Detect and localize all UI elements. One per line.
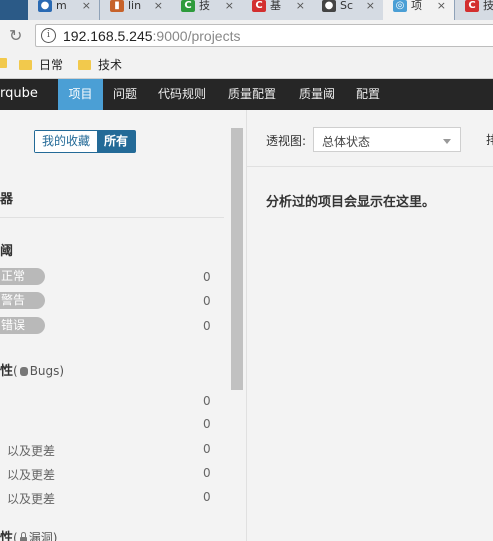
quality-gate-heading: 阈 bbox=[0, 244, 14, 259]
bookmark-folder-clipped[interactable] bbox=[0, 56, 14, 70]
perspective-label: 透视图: bbox=[266, 134, 307, 148]
nav-issues[interactable]: 问题 bbox=[113, 79, 137, 110]
sort-label: 排 bbox=[486, 133, 493, 147]
gate-error-count: 0 bbox=[203, 319, 211, 333]
reliability-a-count: 0 bbox=[203, 394, 211, 408]
gate-passed-count: 0 bbox=[203, 270, 211, 284]
filter-sidebar: 我的收藏 所有 器 阈 正常 0 警告 0 错误 0 性(Bugs) 0 以及更… bbox=[0, 110, 247, 541]
bookmark-label: 技术 bbox=[98, 58, 123, 72]
close-icon[interactable]: × bbox=[296, 0, 305, 12]
close-icon[interactable]: × bbox=[225, 0, 234, 12]
security-heading: 性( 漏洞) bbox=[0, 527, 57, 541]
nav-rules[interactable]: 代码规则 bbox=[158, 79, 206, 110]
gate-passed-pill[interactable]: 正常 bbox=[0, 268, 45, 285]
browser-tab[interactable]: ● Sc × bbox=[312, 0, 384, 20]
browser-tab[interactable]: C 基 × bbox=[242, 0, 314, 20]
browser-tab-title: lin bbox=[128, 0, 142, 12]
close-icon[interactable]: × bbox=[437, 0, 446, 12]
bookmark-label: 日常 bbox=[39, 58, 64, 72]
browser-tab-title: 技 bbox=[483, 0, 493, 12]
browser-tab[interactable]: ◎ 项 × bbox=[383, 0, 455, 20]
nav-administration[interactable]: 配置 bbox=[356, 79, 380, 110]
nav-projects[interactable]: 项目 bbox=[58, 79, 103, 110]
bookmark-daily[interactable]: 日常 bbox=[19, 56, 63, 73]
top-navigation: rqube 项目 问题 代码规则 质量配置 质量阈 配置 bbox=[0, 79, 493, 110]
perspective-value: 总体状态 bbox=[322, 135, 371, 149]
all-toggle-button[interactable]: 所有 bbox=[97, 131, 136, 152]
reliability-c-count: 0 bbox=[203, 442, 211, 456]
sonar-favicon-icon: ◎ bbox=[393, 0, 407, 12]
bookmark-tech[interactable]: 技术 bbox=[78, 56, 122, 73]
folder-icon bbox=[78, 60, 91, 70]
security-heading-label: 性 bbox=[0, 531, 14, 541]
favorites-toggle-button[interactable]: 我的收藏 bbox=[35, 131, 98, 152]
sonarqube-logo[interactable]: rqube bbox=[0, 86, 38, 101]
bookmarks-bar: 日常 技术 bbox=[0, 51, 493, 79]
browser-tab[interactable]: ▮ lin × bbox=[100, 0, 172, 20]
empty-state-message: 分析过的项目会显示在这里。 bbox=[266, 195, 436, 210]
github-favicon-icon: ● bbox=[322, 0, 336, 12]
reliability-d-text[interactable]: 以及更差 bbox=[7, 490, 55, 507]
url-text: 192.168.5.245:9000/projects bbox=[63, 28, 240, 44]
browser-tab[interactable]: C技 × bbox=[171, 0, 243, 20]
browser-tab-title: 项 bbox=[411, 0, 422, 12]
nav-quality-profiles[interactable]: 质量配置 bbox=[228, 79, 276, 110]
chevron-down-icon bbox=[443, 139, 451, 144]
paren-close: ) bbox=[59, 364, 65, 378]
url-input[interactable]: i 192.168.5.245:9000/projects bbox=[35, 24, 493, 47]
gate-warning-count: 0 bbox=[203, 294, 211, 308]
close-icon[interactable]: × bbox=[154, 0, 163, 12]
reliability-b-count: 0 bbox=[203, 417, 211, 431]
address-bar: ↻ i 192.168.5.245:9000/projects bbox=[0, 20, 493, 51]
browser-tab-title: 基 bbox=[270, 0, 281, 12]
reliability-b-text[interactable]: 以及更差 bbox=[7, 442, 55, 459]
folder-icon bbox=[19, 60, 32, 70]
orange-mug-favicon-icon: ▮ bbox=[110, 0, 124, 12]
paren-close: ) bbox=[52, 531, 58, 541]
favorites-all-toggle: 我的收藏 所有 bbox=[34, 130, 137, 153]
filters-heading: 器 bbox=[0, 192, 14, 207]
green-c-favicon-icon: C bbox=[181, 0, 195, 12]
paren-open: ( bbox=[13, 364, 18, 378]
url-path: :9000/projects bbox=[152, 28, 241, 44]
browser-tab-strip: ●m×▮lin×C技×C基×●Sc×◎项×C技× bbox=[0, 0, 493, 20]
gate-warning-pill[interactable]: 警告 bbox=[0, 292, 45, 309]
gate-error-pill[interactable]: 错误 bbox=[0, 317, 45, 334]
reload-icon[interactable]: ↻ bbox=[9, 26, 22, 45]
perspective-select[interactable]: 总体状态 bbox=[313, 127, 461, 152]
close-icon[interactable]: × bbox=[366, 0, 375, 12]
browser-tab-title: m bbox=[56, 0, 67, 12]
reliability-heading-sub: Bugs bbox=[29, 364, 60, 378]
url-host: 192.168.5.245 bbox=[63, 28, 153, 44]
sidebar-scrollbar[interactable] bbox=[231, 128, 243, 390]
browser-tab[interactable]: C技× bbox=[455, 0, 493, 20]
reliability-d-count: 0 bbox=[203, 466, 211, 480]
info-icon[interactable]: i bbox=[41, 28, 56, 43]
close-icon[interactable]: × bbox=[82, 0, 91, 12]
nav-quality-gates[interactable]: 质量阈 bbox=[299, 79, 335, 110]
projects-toolbar: 透视图: 总体状态 排 bbox=[247, 110, 493, 167]
divider bbox=[0, 217, 224, 218]
browser-tab[interactable]: ● m × bbox=[28, 0, 100, 20]
red-c-favicon-icon: C bbox=[465, 0, 479, 12]
projects-main: 透视图: 总体状态 排 分析过的项目会显示在这里。 bbox=[247, 110, 493, 541]
red-c-favicon-icon: C bbox=[252, 0, 266, 12]
security-heading-sub: 漏洞 bbox=[28, 531, 53, 541]
reliability-heading-label: 性 bbox=[0, 364, 14, 379]
blue-paw-favicon-icon: ● bbox=[38, 0, 52, 12]
folder-icon bbox=[0, 58, 7, 68]
reliability-e-count: 0 bbox=[203, 490, 211, 504]
lock-icon bbox=[19, 532, 27, 541]
reliability-heading: 性( Bugs) bbox=[0, 360, 64, 379]
paren-open: ( bbox=[13, 531, 18, 541]
reliability-c-text[interactable]: 以及更差 bbox=[7, 466, 55, 483]
browser-tab-title: Sc bbox=[340, 0, 354, 12]
browser-tab-title: 技 bbox=[199, 0, 210, 12]
bug-icon bbox=[19, 367, 28, 376]
